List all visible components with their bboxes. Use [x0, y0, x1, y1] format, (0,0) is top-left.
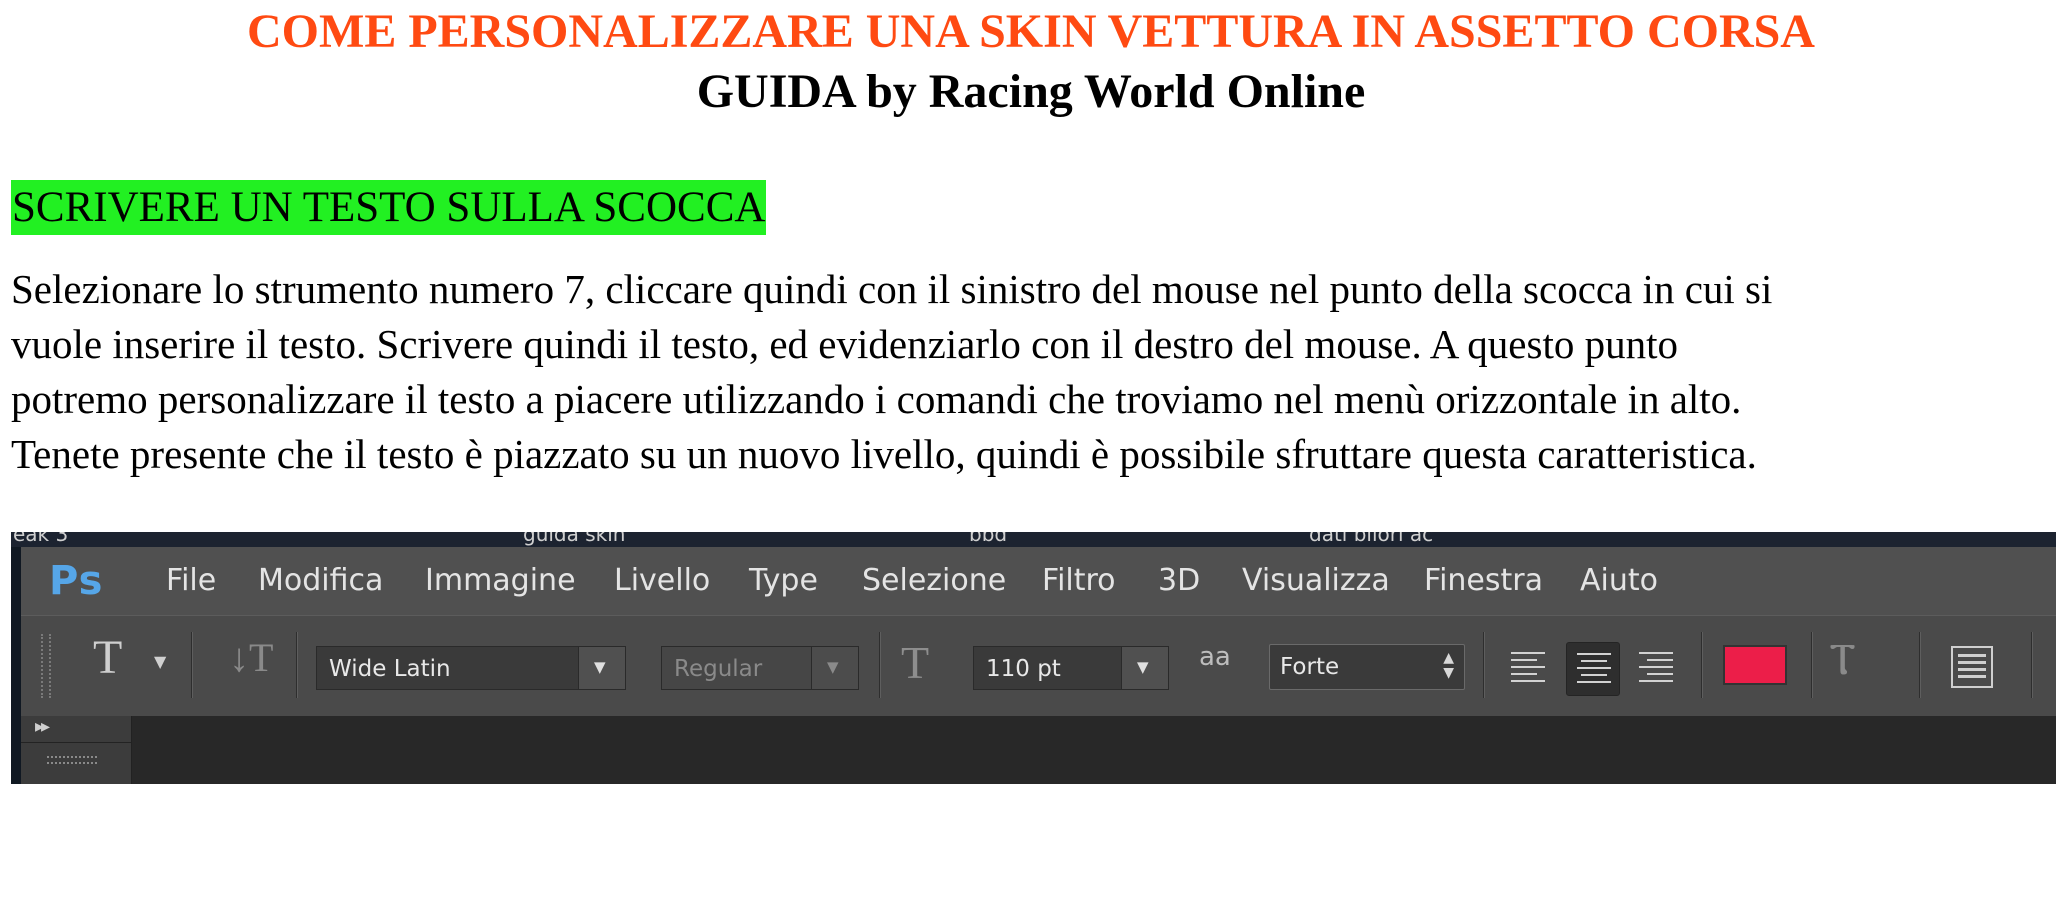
text-orientation-icon[interactable]: ↓T: [229, 634, 273, 681]
options-bar-grip[interactable]: [41, 634, 51, 698]
font-style-value: Regular: [674, 656, 763, 682]
align-right-button[interactable]: [1629, 642, 1683, 696]
panel-grip[interactable]: [47, 756, 97, 764]
separator: [1811, 632, 1813, 698]
menu-livello[interactable]: Livello: [614, 563, 710, 598]
section-heading: SCRIVERE UN TESTO SULLA SCOCCA: [11, 180, 767, 235]
font-family-value: Wide Latin: [329, 656, 451, 682]
align-center-button[interactable]: [1566, 642, 1620, 696]
desktop-edge: [11, 547, 21, 784]
menu-3d[interactable]: 3D: [1158, 563, 1200, 598]
separator: [296, 632, 298, 698]
font-style-dropdown-button[interactable]: ▼: [811, 647, 858, 689]
photoshop-screenshot: eak 3 guida skin bbd dati bilori ac Ps F…: [11, 532, 2056, 784]
type-tool-icon[interactable]: T: [93, 630, 122, 685]
taskbar-label: dati bilori ac: [1309, 532, 1434, 546]
separator: [2031, 632, 2033, 698]
separator: [1919, 632, 1921, 698]
canvas-area: [21, 716, 2056, 784]
align-left-button[interactable]: [1501, 642, 1555, 696]
chevron-down-icon: ▼: [594, 658, 606, 676]
updown-arrows-icon: ▲ ▼: [1443, 650, 1454, 681]
photoshop-logo: Ps: [49, 558, 104, 604]
taskbar-strip: eak 3 guida skin bbd dati bilori ac: [11, 532, 2056, 547]
font-size-value: 110 pt: [986, 656, 1061, 682]
menu-immagine[interactable]: Immagine: [425, 563, 576, 598]
menu-file[interactable]: File: [166, 563, 216, 598]
font-size-select[interactable]: 110 pt ▼: [973, 646, 1169, 690]
document-subtitle: GUIDA by Racing World Online: [696, 65, 1366, 118]
menu-finestra[interactable]: Finestra: [1424, 563, 1543, 598]
font-size-icon: T: [901, 637, 930, 688]
antialias-value: Forte: [1280, 654, 1340, 680]
font-family-dropdown-button[interactable]: ▼: [578, 647, 625, 689]
document-title: COME PERSONALIZZARE UNA SKIN VETTURA IN …: [247, 5, 1815, 58]
character-panel-icon[interactable]: [1951, 646, 1993, 688]
antialias-icon: aa: [1199, 642, 1231, 672]
menu-aiuto[interactable]: Aiuto: [1580, 563, 1658, 598]
expand-panel-icon[interactable]: ▸▸: [35, 716, 50, 737]
menu-type[interactable]: Type: [749, 563, 818, 598]
menu-bar: Ps File Modifica Immagine Livello Type S…: [21, 547, 2056, 615]
chevron-down-icon: ▼: [827, 658, 839, 676]
menu-filtro[interactable]: Filtro: [1042, 563, 1116, 598]
separator: [879, 632, 881, 698]
tool-preset-caret-icon[interactable]: ▼: [154, 652, 166, 671]
taskbar-label: guida skin: [523, 532, 626, 546]
menu-modifica[interactable]: Modifica: [258, 563, 383, 598]
taskbar-label: bbd: [969, 532, 1008, 546]
warp-text-icon[interactable]: Ⲧ: [1829, 634, 1856, 685]
body-line: Selezionare lo strumento numero 7, clicc…: [11, 266, 1773, 312]
menu-selezione[interactable]: Selezione: [862, 563, 1006, 598]
tools-panel-header: ▸▸: [21, 716, 132, 784]
font-style-select[interactable]: Regular ▼: [661, 646, 859, 690]
options-bar: T ▼ ↓T Wide Latin ▼ Regular ▼ T 110 pt ▼…: [21, 615, 2056, 716]
antialias-select[interactable]: Forte ▲ ▼: [1269, 644, 1465, 690]
menu-visualizza[interactable]: Visualizza: [1242, 563, 1390, 598]
separator: [191, 632, 193, 698]
font-family-select[interactable]: Wide Latin ▼: [316, 646, 626, 690]
body-line: potremo personalizzare il testo a piacer…: [11, 376, 1742, 422]
text-color-swatch[interactable]: [1723, 645, 1787, 685]
separator: [1701, 632, 1703, 698]
chevron-down-icon: ▼: [1137, 658, 1149, 676]
body-line: vuole inserire il testo. Scrivere quindi…: [11, 321, 1678, 367]
taskbar-label: eak 3: [13, 532, 69, 546]
separator: [1483, 632, 1485, 698]
body-line: Tenete presente che il testo è piazzato …: [11, 431, 1757, 477]
body-paragraph: Selezionare lo strumento numero 7, clicc…: [11, 262, 2056, 482]
font-size-dropdown-button[interactable]: ▼: [1121, 647, 1168, 689]
